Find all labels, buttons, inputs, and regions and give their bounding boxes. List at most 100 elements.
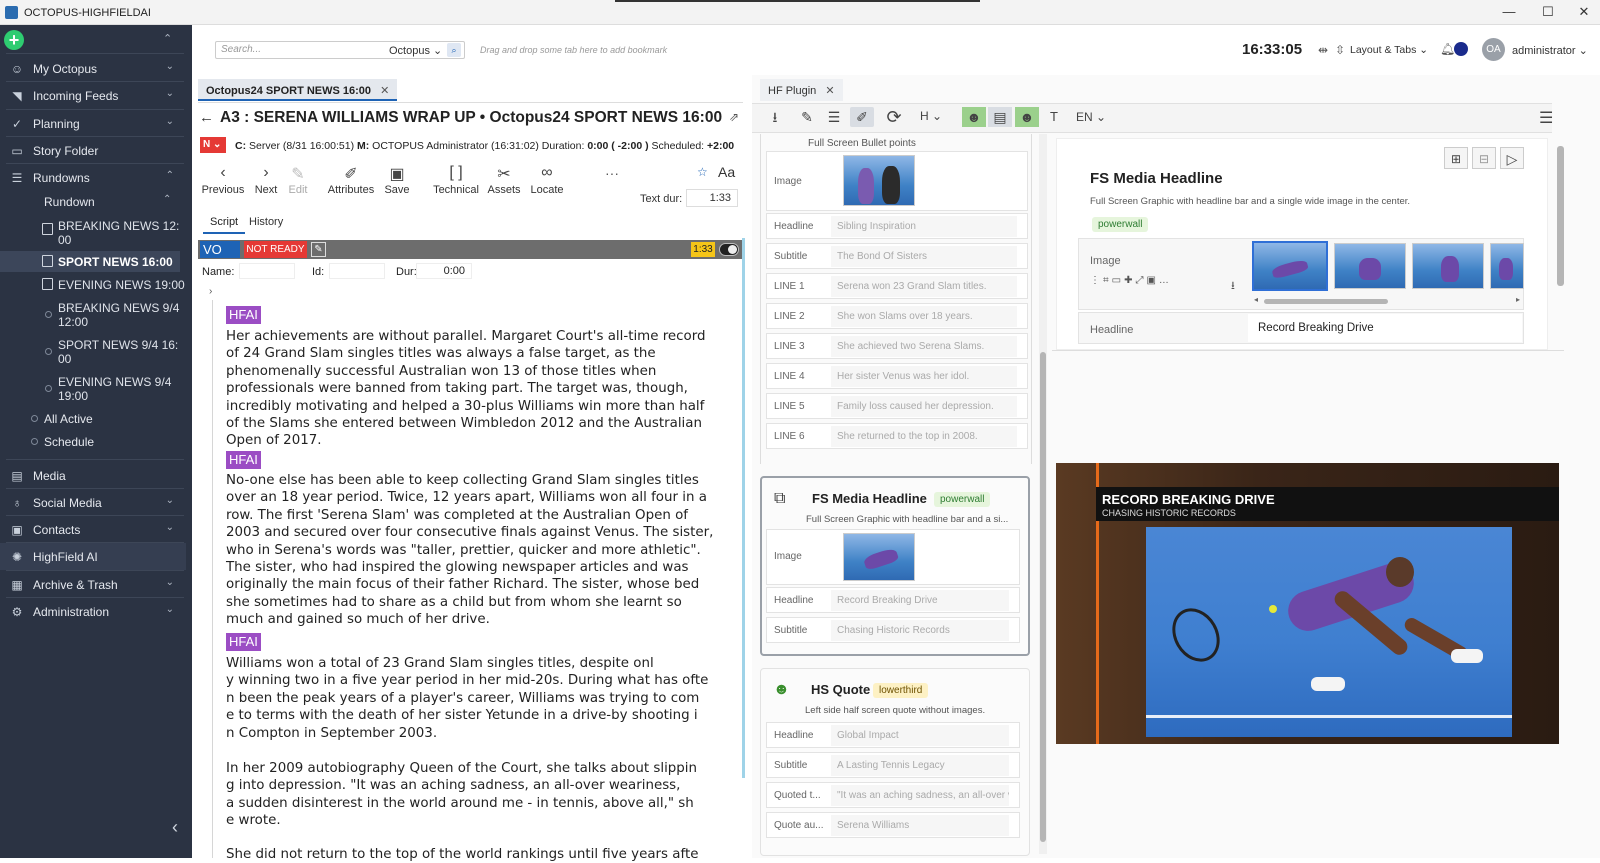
- name-input[interactable]: [239, 263, 295, 279]
- rundown-item-breaking-news[interactable]: BREAKING NEWS 12: 00: [58, 219, 198, 247]
- checklist-icon[interactable]: ☰: [822, 107, 846, 127]
- cards-scrollbar[interactable]: [1039, 134, 1047, 854]
- sidebar-item-contacts[interactable]: ▣ Contacts ⌄: [0, 516, 186, 543]
- script-paragraph[interactable]: No-one else has been able to keep collec…: [226, 472, 718, 629]
- script-paragraph[interactable]: Williams won a total of 23 Grand Slam si…: [226, 655, 718, 742]
- hamburger-menu-icon[interactable]: ☰: [1539, 108, 1553, 128]
- refresh-icon[interactable]: ⟳: [882, 107, 906, 127]
- sidebar-item-schedule[interactable]: Schedule: [44, 435, 94, 449]
- id-input[interactable]: [329, 263, 385, 279]
- person-icon[interactable]: ☻: [1015, 107, 1039, 127]
- image-option-selected[interactable]: [1252, 241, 1328, 291]
- edit-button[interactable]: ✎ Edit: [273, 164, 323, 196]
- quote-author-field[interactable]: Serena Williams: [831, 815, 1009, 836]
- tab-hf-plugin[interactable]: HF Plugin ✕: [760, 79, 843, 101]
- line-field[interactable]: She returned to the top in 2008.: [831, 426, 1017, 447]
- sidebar-item-my-octopus[interactable]: ☺ My Octopus ⌄: [0, 55, 186, 82]
- sidebar-item-incoming-feeds[interactable]: ◥ Incoming Feeds ⌄: [0, 82, 186, 109]
- detail-scrollbar[interactable]: [1557, 138, 1564, 348]
- attributes-button[interactable]: ✐ Attributes: [327, 164, 375, 196]
- user-menu[interactable]: administrator ⌄: [1512, 44, 1588, 57]
- element-toggle[interactable]: [719, 243, 739, 256]
- image-option[interactable]: [1334, 243, 1406, 289]
- subtitle-field[interactable]: A Lasting Tennis Legacy: [831, 755, 1009, 776]
- tab-history[interactable]: History: [245, 212, 287, 234]
- font-button[interactable]: Aa: [718, 164, 735, 180]
- language-select[interactable]: EN ⌄: [1076, 110, 1106, 124]
- dur-input[interactable]: 0:00: [416, 263, 472, 279]
- text-button[interactable]: T: [1050, 109, 1058, 124]
- search-icon[interactable]: ⌕: [447, 43, 461, 57]
- search-scope-select[interactable]: Octopus ⌄: [389, 44, 442, 57]
- import-icon[interactable]: ⭳: [763, 107, 787, 127]
- subtitle-field[interactable]: Chasing Historic Records: [831, 620, 1009, 641]
- image-thumbnail[interactable]: [843, 155, 915, 206]
- play-icon[interactable]: ▷: [1500, 147, 1524, 169]
- subtitle-field[interactable]: The Bond Of Sisters: [831, 246, 1017, 267]
- edit-element-icon[interactable]: ✎: [311, 242, 326, 257]
- headline-field[interactable]: Global Impact: [831, 725, 1009, 746]
- editor-scrollbar[interactable]: [742, 238, 745, 778]
- image-tools[interactable]: ⋮⌗▭✚⤢▣…: [1090, 275, 1172, 286]
- line-field[interactable]: She achieved two Serena Slams.: [831, 336, 1017, 357]
- chevron-up-icon[interactable]: ⌃: [163, 194, 171, 205]
- minimize-button[interactable]: —: [1497, 3, 1521, 21]
- heading-select[interactable]: H ⌄: [920, 109, 942, 123]
- close-tab-icon[interactable]: ✕: [380, 85, 389, 97]
- element-type[interactable]: VO: [200, 241, 240, 258]
- more-button[interactable]: ···: [605, 165, 619, 181]
- rundown-item-sport-news-9-4[interactable]: SPORT NEWS 9/4 16: 00: [58, 338, 198, 366]
- split-horizontal-icon[interactable]: ⇹: [1318, 43, 1328, 57]
- rundown-group[interactable]: Rundown: [44, 195, 95, 209]
- avatar[interactable]: OA: [1482, 38, 1505, 61]
- collapse-sidebar-button[interactable]: ‹: [172, 817, 178, 838]
- rundown-item-breaking-news-9-4[interactable]: BREAKING NEWS 9/4 12:00: [58, 301, 198, 329]
- script-paragraph[interactable]: Her achievements are without parallel. M…: [226, 328, 718, 450]
- line-field[interactable]: Serena won 23 Grand Slam titles.: [831, 276, 1017, 297]
- line-field[interactable]: Her sister Venus was her idol.: [831, 366, 1017, 387]
- layout-tabs-menu[interactable]: Layout & Tabs ⌄: [1350, 44, 1428, 56]
- close-button[interactable]: ✕: [1572, 3, 1596, 21]
- bell-icon[interactable]: 🔔︎: [1440, 42, 1455, 56]
- download-icon[interactable]: ⭳: [1231, 277, 1235, 296]
- add-icon[interactable]: +: [4, 30, 24, 50]
- maximize-button[interactable]: ☐: [1536, 3, 1560, 21]
- collapse-up-icon[interactable]: ⌃: [163, 32, 172, 45]
- sidebar-item-story-folder[interactable]: ▭ Story Folder: [0, 137, 186, 164]
- line-field[interactable]: Family loss caused her depression.: [831, 396, 1017, 417]
- open-external-icon[interactable]: ⇗: [729, 110, 739, 124]
- technical-button[interactable]: [ ] Technical: [430, 164, 482, 196]
- headline-input[interactable]: Record Breaking Drive: [1248, 314, 1522, 342]
- person-green-icon[interactable]: ☻: [962, 107, 986, 127]
- sidebar-item-rundowns[interactable]: ☰ Rundowns ⌃: [0, 164, 186, 191]
- image-option[interactable]: [1412, 243, 1484, 289]
- save-button[interactable]: ▣ Save: [372, 164, 422, 196]
- locate-button[interactable]: ∞ Locate: [522, 164, 572, 196]
- sidebar-item-all-active[interactable]: All Active: [44, 412, 93, 426]
- tab-script[interactable]: Script: [203, 212, 246, 234]
- element-state[interactable]: NOT READY: [244, 241, 307, 258]
- add-page-icon[interactable]: ⊞: [1444, 147, 1468, 169]
- rundown-item-evening-news-9-4[interactable]: EVENING NEWS 9/4 19:00: [58, 375, 198, 403]
- sidebar-item-highfield-ai[interactable]: ✺ HighField AI: [0, 543, 186, 570]
- headline-field[interactable]: Record Breaking Drive: [831, 590, 1009, 611]
- edit-icon[interactable]: ✎: [795, 107, 819, 127]
- sidebar-item-social-media[interactable]: ♁ Social Media ⌄: [0, 489, 186, 516]
- line-field[interactable]: She won Slams over 18 years.: [831, 306, 1017, 327]
- script-paragraph[interactable]: In her 2009 autobiography Queen of the C…: [226, 760, 718, 830]
- image-thumbnail[interactable]: [843, 533, 915, 581]
- rundown-item-sport-news[interactable]: SPORT NEWS 16:00: [58, 255, 198, 269]
- sidebar-item-planning[interactable]: ✓ Planning ⌄: [0, 110, 186, 137]
- headline-field[interactable]: Sibling Inspiration: [831, 216, 1017, 237]
- script-paragraph[interactable]: She did not return to the top of the wor…: [226, 846, 718, 863]
- expand-chevron-icon[interactable]: ›: [209, 286, 212, 297]
- split-vertical-icon[interactable]: ⇳: [1335, 43, 1345, 57]
- image-option[interactable]: [1490, 243, 1524, 289]
- image-edit-icon[interactable]: ✐: [850, 107, 874, 127]
- rundown-item-evening-news[interactable]: EVENING NEWS 19:00: [58, 278, 198, 292]
- status-flag[interactable]: N ⌄: [200, 137, 226, 153]
- sidebar-item-media[interactable]: ▤ Media: [0, 462, 186, 489]
- sidebar-item-administration[interactable]: ⚙ Administration ⌄: [0, 598, 186, 625]
- back-arrow-icon[interactable]: ←: [199, 109, 214, 126]
- tab-sport-news[interactable]: Octopus24 SPORT NEWS 16:00 ✕: [198, 79, 398, 101]
